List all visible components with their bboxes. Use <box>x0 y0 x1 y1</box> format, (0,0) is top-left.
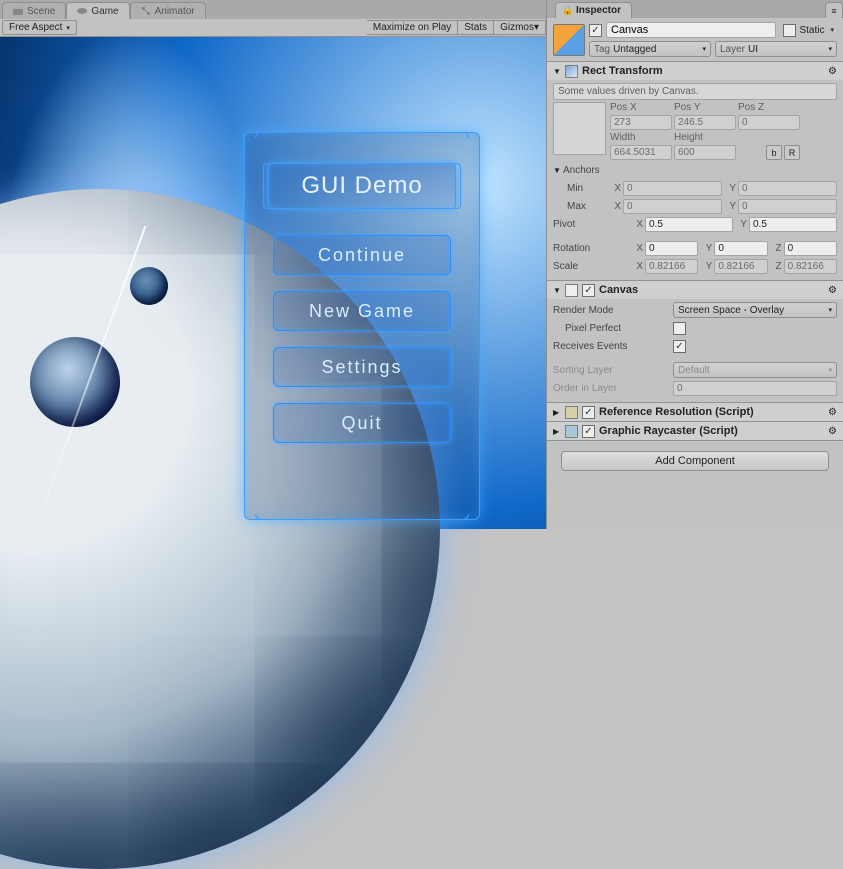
tab-label: Game <box>91 6 118 17</box>
view-tabs: Scene Game Animator <box>0 0 546 19</box>
inspector-tab[interactable]: 🔒 Inspector <box>555 2 632 18</box>
render-mode-dropdown[interactable]: Screen Space - Overlay ▾ <box>673 302 837 318</box>
pivot-y[interactable]: 0.5 <box>749 217 837 232</box>
gear-icon[interactable]: ⚙ <box>828 426 837 437</box>
menu-title: GUI Demo <box>268 163 456 209</box>
animator-icon <box>141 6 151 16</box>
gear-icon[interactable]: ⚙ <box>828 407 837 418</box>
anchor-min-x[interactable]: 0 <box>623 181 722 196</box>
component-enabled-checkbox[interactable] <box>582 284 595 297</box>
component-header[interactable]: ▶ Reference Resolution (Script) ⚙ <box>547 403 843 421</box>
chevron-down-icon: ▾ <box>66 24 70 32</box>
pos-z-input[interactable]: 0 <box>738 115 800 130</box>
canvas-icon <box>565 284 578 297</box>
gameobject-icon[interactable] <box>553 24 585 56</box>
scale-x[interactable]: 0.82166 <box>645 259 698 274</box>
receives-events-checkbox[interactable] <box>673 340 686 353</box>
inspector-tabbar: 🔒 Inspector ≡ <box>547 0 843 18</box>
static-checkbox[interactable] <box>783 24 796 37</box>
chevron-down-icon: ▾ <box>828 45 832 53</box>
width-input[interactable]: 664.5031 <box>610 145 672 160</box>
panel-menu-button[interactable]: ≡ <box>825 2 843 18</box>
tab-label: Scene <box>27 6 55 17</box>
moon <box>130 267 168 305</box>
pivot-x[interactable]: 0.5 <box>645 217 733 232</box>
scale-y[interactable]: 0.82166 <box>714 259 767 274</box>
component-reference-resolution: ▶ Reference Resolution (Script) ⚙ <box>547 403 843 422</box>
chevron-down-icon: ▾ <box>534 22 539 33</box>
scale-z[interactable]: 0.82166 <box>784 259 837 274</box>
tab-scene[interactable]: Scene <box>2 2 66 19</box>
chevron-down-icon: ▾ <box>828 306 832 314</box>
inspector-header: Static ▾ Tag Untagged ▾ Layer UI <box>547 18 843 62</box>
rot-y[interactable]: 0 <box>714 241 767 256</box>
lock-icon: 🔒 <box>562 5 572 16</box>
component-header[interactable]: ▼ Rect Transform ⚙ <box>547 62 843 80</box>
gear-icon[interactable]: ⚙ <box>828 66 837 77</box>
component-enabled-checkbox[interactable] <box>582 406 595 419</box>
gameobject-active-checkbox[interactable] <box>589 24 602 37</box>
pixel-perfect-checkbox[interactable] <box>673 322 686 335</box>
gameobject-name-input[interactable] <box>606 22 776 38</box>
stats-button[interactable]: Stats <box>458 20 494 35</box>
tab-game[interactable]: Game <box>66 2 129 19</box>
inspector-tab-label: Inspector <box>576 5 621 16</box>
scene-icon <box>13 6 23 16</box>
rot-x[interactable]: 0 <box>645 241 698 256</box>
foldout-icon: ▼ <box>553 67 561 76</box>
add-component-button[interactable]: Add Component <box>561 451 829 471</box>
chevron-down-icon[interactable]: ▾ <box>827 26 837 34</box>
sorting-layer-dropdown: Default ▾ <box>673 362 837 378</box>
static-toggle[interactable]: Static ▾ <box>780 24 837 37</box>
gear-icon[interactable]: ⚙ <box>828 285 837 296</box>
menu-button-continue[interactable]: Continue <box>273 235 451 275</box>
game-toolbar: Free Aspect ▾ Maximize on Play Stats Giz… <box>0 19 546 37</box>
foldout-icon: ▼ <box>553 286 561 295</box>
menu-button-quit[interactable]: Quit <box>273 403 451 443</box>
aspect-dropdown[interactable]: Free Aspect ▾ <box>2 20 77 35</box>
game-icon <box>77 6 87 16</box>
pos-x-input[interactable]: 273 <box>610 115 672 130</box>
component-graphic-raycaster: ▶ Graphic Raycaster (Script) ⚙ <box>547 422 843 441</box>
maximize-on-play-button[interactable]: Maximize on Play <box>367 20 458 35</box>
pos-y-input[interactable]: 246.5 <box>674 115 736 130</box>
menu-panel: GUI Demo Continue New Game Settings Quit <box>244 132 480 520</box>
menu-button-newgame[interactable]: New Game <box>273 291 451 331</box>
game-view[interactable]: GUI Demo Continue New Game Settings Quit <box>0 37 546 529</box>
tab-label: Animator <box>155 6 195 17</box>
aspect-value: Free Aspect <box>9 22 62 33</box>
driven-hint: Some values driven by Canvas. <box>553 83 837 100</box>
script-icon <box>565 425 578 438</box>
component-header[interactable]: ▶ Graphic Raycaster (Script) ⚙ <box>547 422 843 440</box>
foldout-icon: ▶ <box>553 427 561 436</box>
foldout-icon[interactable]: ▼ <box>553 166 563 175</box>
rot-z[interactable]: 0 <box>784 241 837 256</box>
menu-buttons: Continue New Game Settings Quit <box>273 235 451 443</box>
component-enabled-checkbox[interactable] <box>582 425 595 438</box>
foldout-icon: ▶ <box>553 408 561 417</box>
layer-dropdown[interactable]: Layer UI ▾ <box>715 41 837 57</box>
chevron-down-icon: ▾ <box>828 366 832 374</box>
anchor-max-y[interactable]: 0 <box>738 199 837 214</box>
anchor-preset-button[interactable] <box>553 102 606 155</box>
anchor-min-y[interactable]: 0 <box>738 181 837 196</box>
menu-button-settings[interactable]: Settings <box>273 347 451 387</box>
height-input[interactable]: 600 <box>674 145 736 160</box>
tag-dropdown[interactable]: Tag Untagged ▾ <box>589 41 711 57</box>
script-icon <box>565 406 578 419</box>
component-canvas: ▼ Canvas ⚙ Render Mode Screen Space - Ov… <box>547 281 843 403</box>
component-rect-transform: ▼ Rect Transform ⚙ Some values driven by… <box>547 62 843 281</box>
anchor-max-x[interactable]: 0 <box>623 199 722 214</box>
chevron-down-icon: ▾ <box>702 45 706 53</box>
rect-transform-icon <box>565 65 578 78</box>
blueprint-button[interactable]: b <box>766 145 782 160</box>
order-in-layer-input: 0 <box>673 381 837 396</box>
raw-edit-button[interactable]: R <box>784 145 800 160</box>
tab-animator[interactable]: Animator <box>130 2 206 19</box>
component-header[interactable]: ▼ Canvas ⚙ <box>547 281 843 299</box>
gizmos-dropdown[interactable]: Gizmos▾ <box>494 20 546 35</box>
